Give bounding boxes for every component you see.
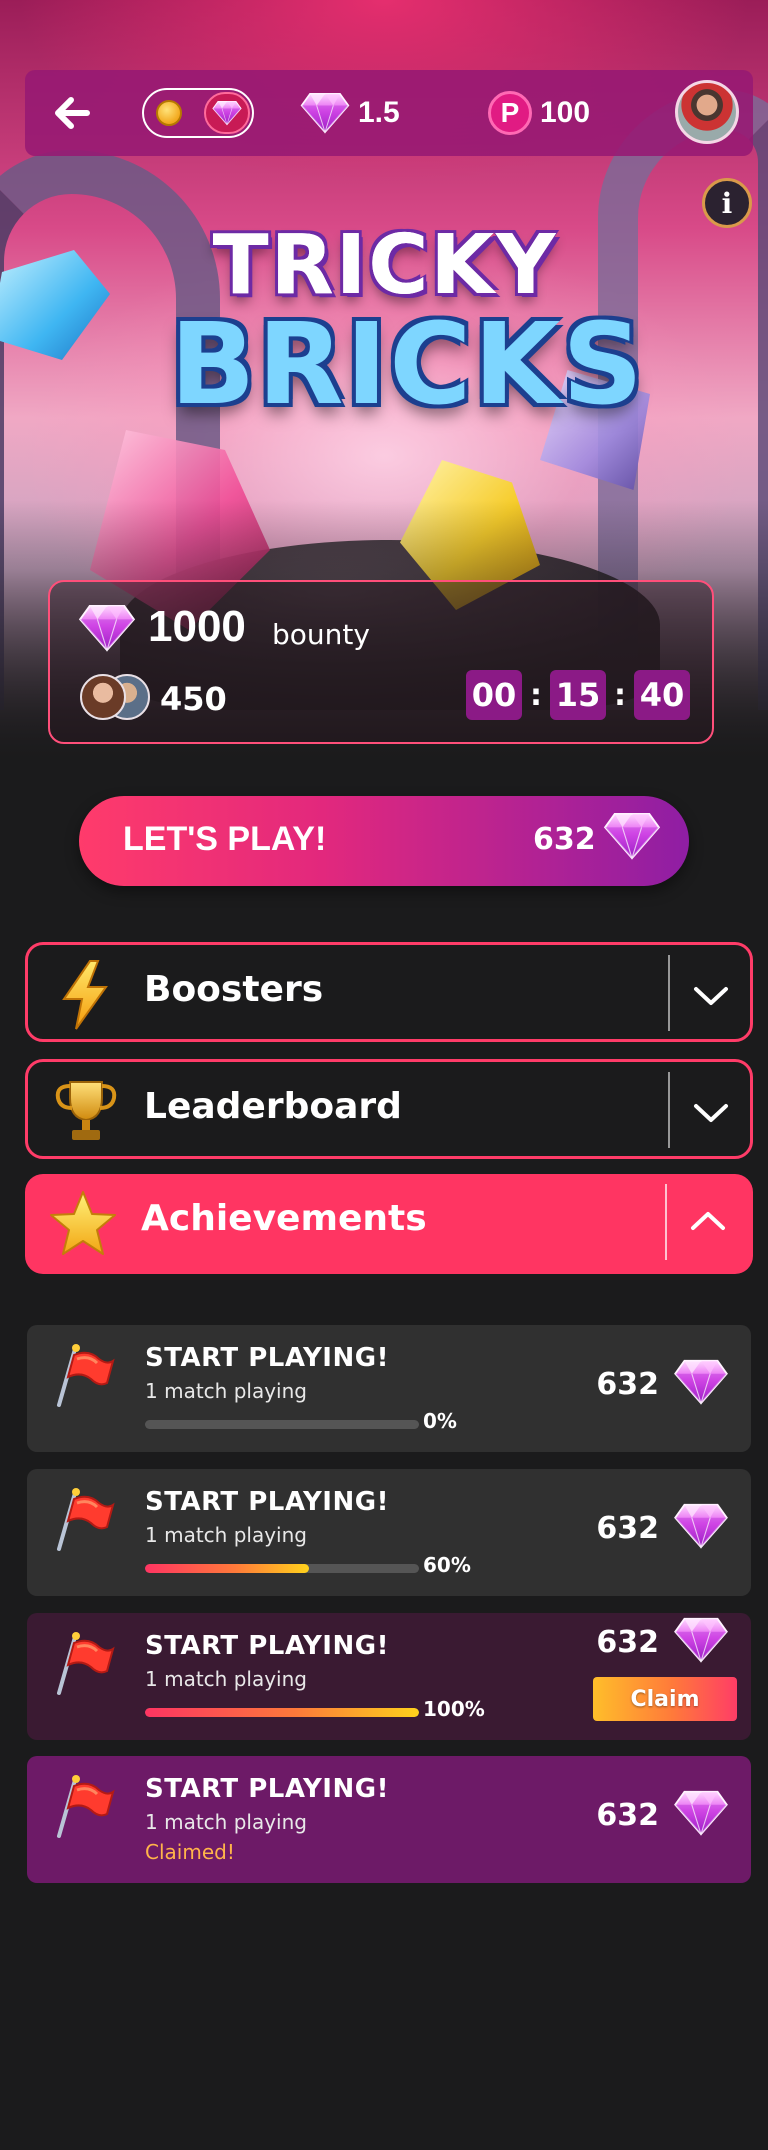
gem-icon xyxy=(603,812,661,860)
reward-amount: 632 xyxy=(596,1367,659,1402)
lets-play-button[interactable]: LET'S PLAY! 632 xyxy=(79,796,689,886)
player-avatars xyxy=(80,674,152,722)
progress-bar xyxy=(145,1708,419,1717)
achievement-subtitle: 1 match playing xyxy=(145,1667,307,1691)
gem-balance: 1.5 xyxy=(300,90,400,136)
arrow-left-icon xyxy=(55,97,90,129)
achievement-item: START PLAYING! 1 match playing 60% 632 xyxy=(27,1469,751,1596)
gem-icon xyxy=(78,604,136,652)
progress-label: 100% xyxy=(423,1697,485,1721)
timer-hours: 00 xyxy=(466,670,522,720)
token-icon: P xyxy=(488,91,532,135)
achievement-subtitle: 1 match playing xyxy=(145,1523,307,1547)
section-title: Achievements xyxy=(141,1198,427,1239)
achievement-title: START PLAYING! xyxy=(145,1343,389,1373)
info-button[interactable]: i xyxy=(702,178,752,228)
gem-icon xyxy=(212,100,242,126)
gem-icon xyxy=(673,1617,729,1663)
progress-label: 0% xyxy=(423,1409,457,1433)
boosters-section-header[interactable]: Boosters xyxy=(25,942,753,1042)
achievement-title: START PLAYING! xyxy=(145,1487,389,1517)
bounty-card: 1000 bounty 450 00 : 15 : 40 xyxy=(48,580,714,744)
trophy-icon xyxy=(55,1081,117,1140)
token-balance-value: 100 xyxy=(540,96,591,129)
chevron-down-icon[interactable] xyxy=(684,967,738,1021)
logo-line-1: TRICKY xyxy=(212,218,558,313)
info-icon: i xyxy=(721,186,733,220)
logo-line-2: BRICKS xyxy=(170,300,645,430)
leaderboard-section-header[interactable]: Leaderboard xyxy=(25,1059,753,1159)
reward-amount: 632 xyxy=(596,1625,659,1660)
gem-icon xyxy=(300,92,350,134)
avatar xyxy=(80,674,126,720)
section-title: Boosters xyxy=(144,969,324,1010)
chevron-down-icon[interactable] xyxy=(684,1084,738,1138)
star-icon xyxy=(50,1191,116,1255)
currency-toggle[interactable] xyxy=(142,88,254,138)
achievements-section-header[interactable]: Achievements xyxy=(25,1174,753,1274)
reward-amount: 632 xyxy=(596,1511,659,1546)
section-title: Leaderboard xyxy=(144,1086,402,1127)
progress-label: 60% xyxy=(423,1553,471,1577)
token-balance: P 100 xyxy=(488,90,590,136)
play-cost: 632 xyxy=(533,822,596,857)
play-button-label: LET'S PLAY! xyxy=(123,820,327,858)
countdown-timer: 00 : 15 : 40 xyxy=(466,670,690,720)
achievement-subtitle: 1 match playing xyxy=(145,1379,307,1403)
flag-icon xyxy=(49,1485,119,1555)
chevron-up-icon[interactable] xyxy=(681,1196,735,1250)
achievement-title: START PLAYING! xyxy=(145,1631,389,1661)
flag-icon xyxy=(49,1341,119,1411)
reward-amount: 632 xyxy=(596,1798,659,1833)
achievement-item: START PLAYING! 1 match playing Claimed! … xyxy=(27,1756,751,1883)
claim-button[interactable]: Claim xyxy=(593,1677,737,1721)
flag-icon xyxy=(49,1629,119,1699)
timer-minutes: 15 xyxy=(550,670,606,720)
achievement-title: START PLAYING! xyxy=(145,1774,389,1804)
achievement-subtitle: 1 match playing xyxy=(145,1810,307,1834)
progress-bar xyxy=(145,1564,419,1573)
achievement-item: START PLAYING! 1 match playing 0% 632 xyxy=(27,1325,751,1452)
lightning-icon xyxy=(62,960,108,1030)
user-avatar[interactable] xyxy=(675,80,739,144)
claimed-status: Claimed! xyxy=(145,1840,235,1864)
coin-icon[interactable] xyxy=(156,100,182,126)
bounty-amount: 1000 xyxy=(148,602,246,651)
progress-bar xyxy=(145,1420,419,1429)
gem-balance-value: 1.5 xyxy=(358,96,400,129)
back-button[interactable] xyxy=(47,88,97,138)
gem-currency-option[interactable] xyxy=(204,92,250,134)
top-bar: 1.5 P 100 xyxy=(25,70,753,156)
bounty-label: bounty xyxy=(272,618,370,651)
flag-icon xyxy=(49,1772,119,1842)
game-logo: TRICKY BRICKS xyxy=(170,218,645,438)
timer-seconds: 40 xyxy=(634,670,690,720)
gem-icon xyxy=(673,1359,729,1405)
achievement-item: START PLAYING! 1 match playing 100% 632 … xyxy=(27,1613,751,1740)
gem-icon xyxy=(673,1503,729,1549)
player-count: 450 xyxy=(160,680,227,718)
gem-icon xyxy=(673,1790,729,1836)
